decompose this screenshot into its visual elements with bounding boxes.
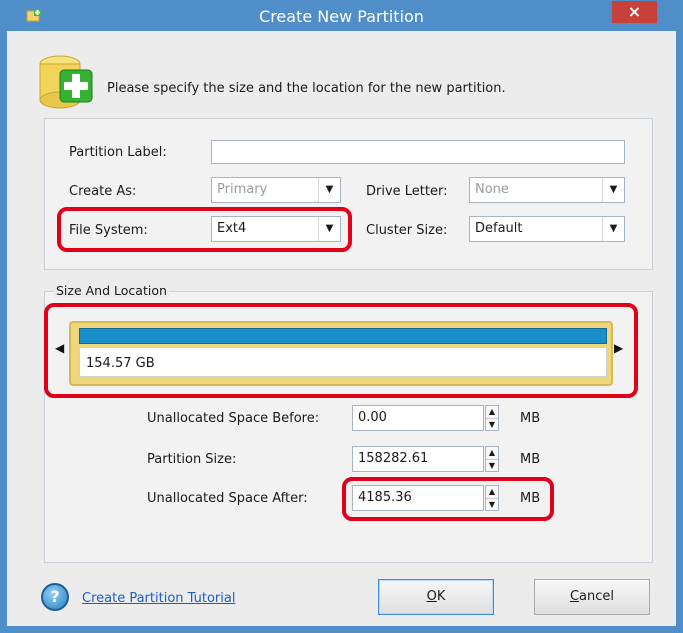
title-bar: Create New Partition × (0, 0, 683, 30)
ok-accelerator: O (426, 589, 437, 604)
ok-label-rest: K (436, 589, 446, 604)
unallocated-before-spinner[interactable]: 0.00 ▲ ▼ (352, 405, 499, 431)
unallocated-after-label: Unallocated Space After: (147, 491, 308, 506)
dropdown-arrow-icon: ▼ (602, 217, 624, 241)
spin-up-icon[interactable]: ▲ (486, 406, 498, 418)
spin-down-icon[interactable]: ▼ (486, 459, 498, 471)
unallocated-before-unit: MB (520, 411, 541, 426)
partition-label-label: Partition Label: (69, 145, 167, 160)
partition-size-spinner[interactable]: 158282.61 ▲ ▼ (352, 446, 499, 472)
create-as-value: Primary (217, 182, 268, 197)
help-icon[interactable]: ? (41, 583, 69, 611)
cancel-accelerator: C (569, 589, 580, 604)
partition-size-label: Partition Size: (147, 452, 237, 467)
create-as-label: Create As: (69, 184, 137, 199)
close-button[interactable]: × (612, 1, 657, 23)
cluster-size-value: Default (475, 221, 523, 236)
file-system-value: Ext4 (217, 221, 247, 236)
partition-label-input[interactable] (211, 140, 625, 164)
unallocated-after-spinner[interactable]: 4185.36 ▲ ▼ (352, 485, 499, 511)
instruction-text: Please specify the size and the location… (107, 81, 506, 96)
cancel-label-rest: ancel (579, 589, 615, 604)
unallocated-before-label: Unallocated Space Before: (147, 411, 320, 426)
dropdown-arrow-icon: ▼ (602, 178, 624, 202)
drive-letter-label: Drive Letter: (366, 184, 448, 199)
spin-up-icon[interactable]: ▲ (486, 486, 498, 498)
add-partition-icon (39, 55, 93, 109)
file-system-label: File System: (69, 223, 148, 238)
dropdown-arrow-icon: ▼ (318, 178, 340, 202)
spin-down-icon[interactable]: ▼ (486, 498, 498, 510)
drive-letter-select[interactable]: None ▼ (469, 177, 625, 203)
ok-button[interactable]: OK (378, 579, 494, 615)
spin-up-icon[interactable]: ▲ (486, 447, 498, 459)
unallocated-after-unit: MB (520, 491, 541, 506)
window-title: Create New Partition (259, 7, 424, 26)
partition-size-input[interactable]: 158282.61 (352, 446, 484, 472)
disk-map-highlight (44, 303, 638, 398)
cluster-size-select[interactable]: Default ▼ (469, 216, 625, 242)
partition-size-unit: MB (520, 452, 541, 467)
unallocated-before-input[interactable]: 0.00 (352, 405, 484, 431)
spin-down-icon[interactable]: ▼ (486, 418, 498, 430)
create-as-select[interactable]: Primary ▼ (211, 177, 341, 203)
cluster-size-label: Cluster Size: (366, 223, 448, 238)
close-icon: × (627, 2, 642, 21)
dialog-window: Create New Partition × Please specify th… (0, 0, 683, 633)
create-partition-tutorial-link[interactable]: Create Partition Tutorial (82, 591, 235, 606)
unallocated-after-input[interactable]: 4185.36 (352, 485, 484, 511)
cancel-button[interactable]: Cancel (534, 579, 650, 615)
file-system-select[interactable]: Ext4 ▼ (211, 216, 341, 242)
size-location-group-label: Size And Location (54, 283, 169, 298)
drive-letter-value: None (475, 182, 509, 197)
dropdown-arrow-icon: ▼ (318, 217, 340, 241)
